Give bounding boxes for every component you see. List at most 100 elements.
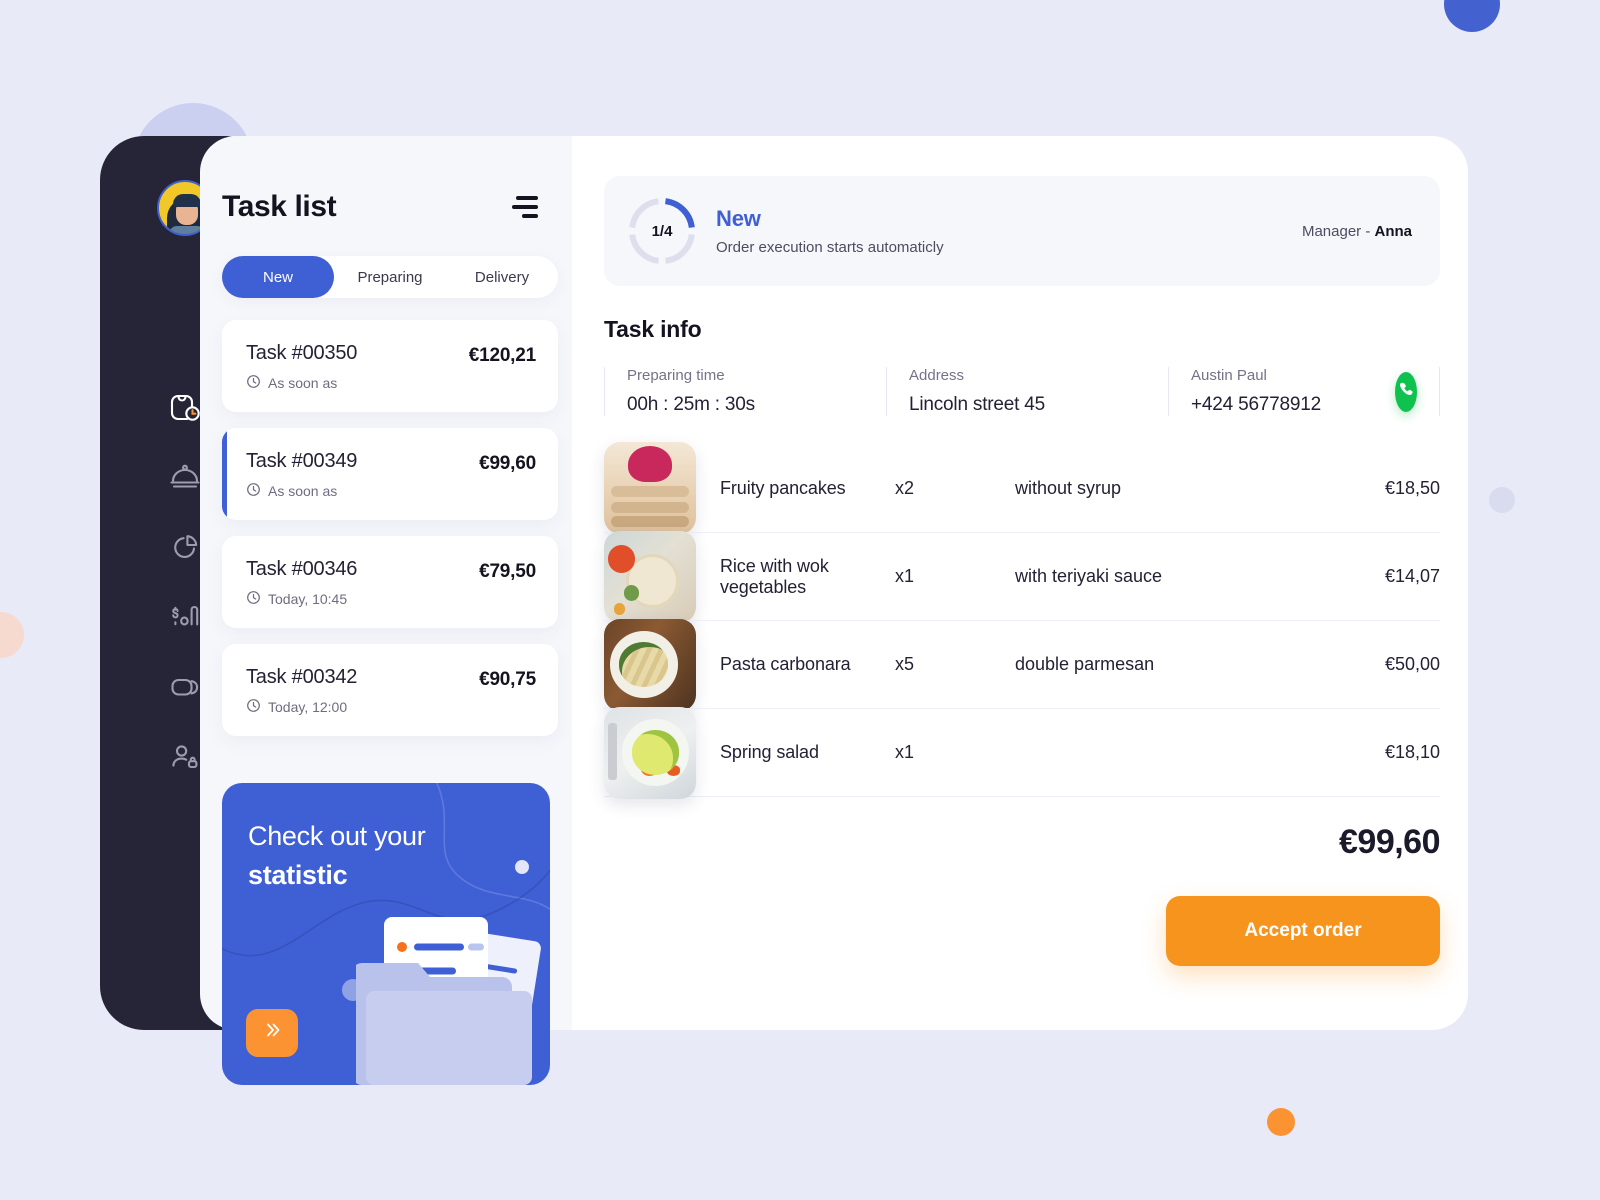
status-tabs: New Preparing Delivery: [222, 256, 558, 298]
order-status-bar: 1/4 New Order execution starts automatic…: [604, 176, 1440, 286]
statistics-promo-card[interactable]: Check out your statistic: [222, 783, 550, 1085]
info-preparing-time: Preparing time 00h : 25m : 30s: [604, 367, 886, 416]
info-value: 00h : 25m : 30s: [627, 394, 755, 415]
task-card-name: Task #00342: [246, 666, 358, 688]
info-customer-phone: Austin Paul +424 56778912: [1168, 367, 1383, 416]
manager-name: Anna: [1374, 222, 1413, 240]
table-row[interactable]: Fruity pancakes x2 without syrup €18,50: [604, 442, 1440, 534]
task-card-time: Today, 12:00: [268, 699, 348, 715]
item-thumbnail: [604, 706, 696, 799]
task-card-time-row: Today, 12:00: [246, 698, 357, 716]
documents-folder-illustration: [356, 917, 541, 1085]
task-card-name: Task #00350: [246, 342, 358, 364]
table-row[interactable]: Rice with wok vegetables x1 with teriyak…: [604, 530, 1440, 623]
cards-stack-icon: [168, 670, 202, 704]
item-name: Fruity pancakes: [720, 477, 846, 498]
item-price: €50,00: [1384, 654, 1440, 674]
task-card[interactable]: Task #00349 As soon as €99,60: [222, 428, 558, 520]
tab-new[interactable]: New: [222, 256, 334, 298]
item-price: €18,10: [1384, 742, 1440, 762]
decor-circle-orange: [1267, 1108, 1295, 1136]
order-items-table: Fruity pancakes x2 without syrup €18,50 …: [604, 442, 1440, 799]
promo-line-1: Check out your: [248, 821, 426, 851]
call-button[interactable]: [1395, 371, 1417, 412]
task-card-time-row: As soon as: [246, 482, 357, 500]
item-qty: x5: [895, 654, 915, 674]
tab-delivery[interactable]: Delivery: [446, 256, 558, 298]
accept-order-button[interactable]: Accept order: [1166, 896, 1440, 966]
manager-info: Manager - Anna: [1302, 223, 1412, 240]
task-card-time-row: As soon as: [246, 374, 357, 392]
decor-circle-peach: [0, 612, 24, 658]
item-name: Rice with wok vegetables: [720, 555, 829, 597]
clock-icon: [246, 698, 261, 716]
tab-preparing[interactable]: Preparing: [334, 256, 446, 298]
task-card-name: Task #00349: [246, 450, 358, 472]
section-title-task-info: Task info: [604, 316, 702, 342]
customer-name: Austin Paul: [1191, 367, 1267, 384]
item-thumbnail: [604, 442, 696, 534]
orders-bag-clock-icon: [168, 390, 202, 424]
promo-line-2: statistic: [248, 860, 348, 890]
items-bottom-divider: [604, 796, 1440, 797]
task-card[interactable]: Task #00346 Today, 10:45 €79,50: [222, 536, 558, 628]
item-note: without syrup: [1015, 477, 1122, 498]
task-card[interactable]: Task #00350 As soon as €120,21: [222, 320, 558, 412]
task-card[interactable]: Task #00342 Today, 12:00 €90,75: [222, 644, 558, 736]
task-card-price: €90,75: [479, 669, 536, 690]
item-price: €14,07: [1384, 566, 1440, 586]
item-qty: x1: [895, 742, 915, 762]
task-card-time-row: Today, 10:45: [246, 590, 357, 608]
clock-icon: [246, 590, 261, 608]
task-card-name: Task #00346: [246, 558, 358, 580]
table-row[interactable]: Pasta carbonara x5 double parmesan €50,0…: [604, 618, 1440, 711]
info-address: Address Lincoln street 45: [886, 367, 1168, 416]
item-price: €18,50: [1384, 477, 1440, 498]
phone-icon: [1397, 380, 1416, 404]
item-name: Pasta carbonara: [720, 654, 851, 674]
item-note: double parmesan: [1015, 654, 1155, 674]
task-card-time: As soon as: [268, 483, 338, 499]
info-label: Preparing time: [627, 367, 725, 384]
item-name: Spring salad: [720, 742, 819, 762]
task-card-price: €79,50: [479, 561, 536, 582]
user-lock-icon: [168, 740, 202, 774]
decor-circle-blue: [1444, 0, 1500, 32]
item-note: with teriyaki sauce: [1015, 566, 1163, 586]
item-qty: x2: [895, 477, 915, 498]
info-label: Address: [909, 367, 965, 384]
item-thumbnail: [604, 530, 696, 623]
promo-next-button[interactable]: [246, 1009, 298, 1057]
order-total: €99,60: [1339, 823, 1441, 861]
task-card-list: Task #00350 As soon as €120,21 Task #003…: [222, 320, 558, 736]
clock-icon: [246, 374, 261, 392]
info-value: Lincoln street 45: [909, 394, 1046, 415]
status-badge: New: [716, 206, 761, 231]
progress-ring: 1/4: [626, 195, 698, 267]
pie-chart-icon: [168, 530, 202, 564]
task-card-time: Today, 10:45: [268, 591, 348, 607]
page-title: Task list: [222, 190, 337, 223]
manager-label: Manager -: [1301, 222, 1375, 240]
task-card-time: As soon as: [268, 375, 338, 391]
info-divider: [1439, 367, 1440, 416]
clock-icon: [246, 482, 261, 500]
chevron-right-icon: [262, 1020, 282, 1046]
item-thumbnail: [604, 618, 696, 711]
progress-label: 1/4: [651, 222, 673, 240]
task-card-price: €99,60: [479, 453, 536, 474]
status-subtitle: Order execution starts automaticly: [716, 239, 944, 256]
app-root: Task list New Preparing Delivery Task #0…: [0, 0, 1600, 1200]
finance-bars-icon: [168, 600, 202, 634]
filter-lines-icon[interactable]: [508, 192, 542, 222]
promo-text: Check out your statistic: [248, 821, 426, 891]
status-text-group: New Order execution starts automaticly: [716, 206, 944, 256]
task-list-header: Task list: [200, 136, 580, 224]
table-row[interactable]: Spring salad x1 €18,10: [604, 706, 1440, 799]
item-qty: x1: [895, 566, 915, 586]
task-info-row: Preparing time 00h : 25m : 30s Address L…: [604, 367, 1440, 416]
customer-phone: +424 56778912: [1191, 394, 1322, 415]
order-detail-panel: 1/4 New Order execution starts automatic…: [572, 136, 1468, 1030]
task-card-price: €120,21: [468, 345, 536, 366]
food-dome-icon: [168, 460, 202, 494]
